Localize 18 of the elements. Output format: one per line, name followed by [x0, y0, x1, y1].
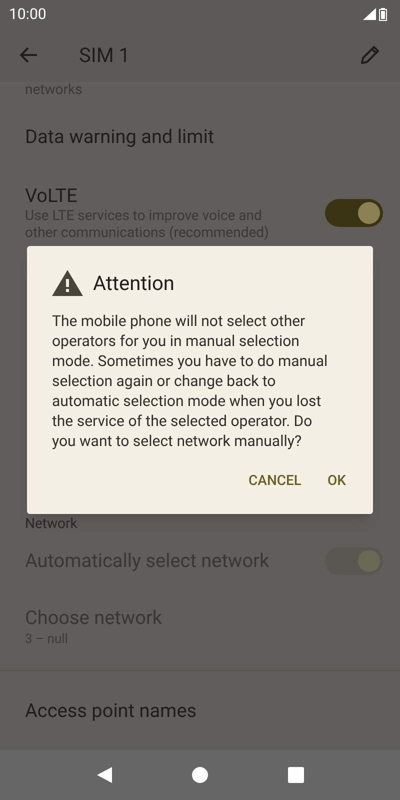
status-time: 10:00: [9, 4, 46, 25]
dialog-message: The mobile phone will not select other operators for you in manual selection mode. Sometimes you have to do manual selection again or change back to automatic selection mode when you lost the service of the selected operator. Do you want to select network manually?: [52, 311, 329, 451]
signal-icon: [363, 8, 376, 20]
back-icon[interactable]: [96, 767, 112, 783]
toggle-switch[interactable]: [325, 199, 383, 228]
battery-icon: [379, 8, 387, 20]
home-icon[interactable]: [192, 767, 208, 783]
dialog-button[interactable]: CANCEL: [238, 465, 312, 498]
settings-row[interactable]: Access point names: [0, 671, 400, 750]
dialog-title: Attention: [93, 270, 174, 297]
setting-title: VoLTE: [25, 184, 78, 208]
recents-icon[interactable]: [288, 767, 304, 783]
edit-icon[interactable]: [360, 45, 380, 65]
app-bar-title: SIM 1: [79, 42, 130, 69]
settings-row[interactable]: Data warning and limit: [0, 98, 400, 177]
warning-icon: [52, 270, 83, 296]
dialog-button[interactable]: OK: [318, 465, 356, 498]
back-arrow-icon[interactable]: [20, 47, 38, 63]
